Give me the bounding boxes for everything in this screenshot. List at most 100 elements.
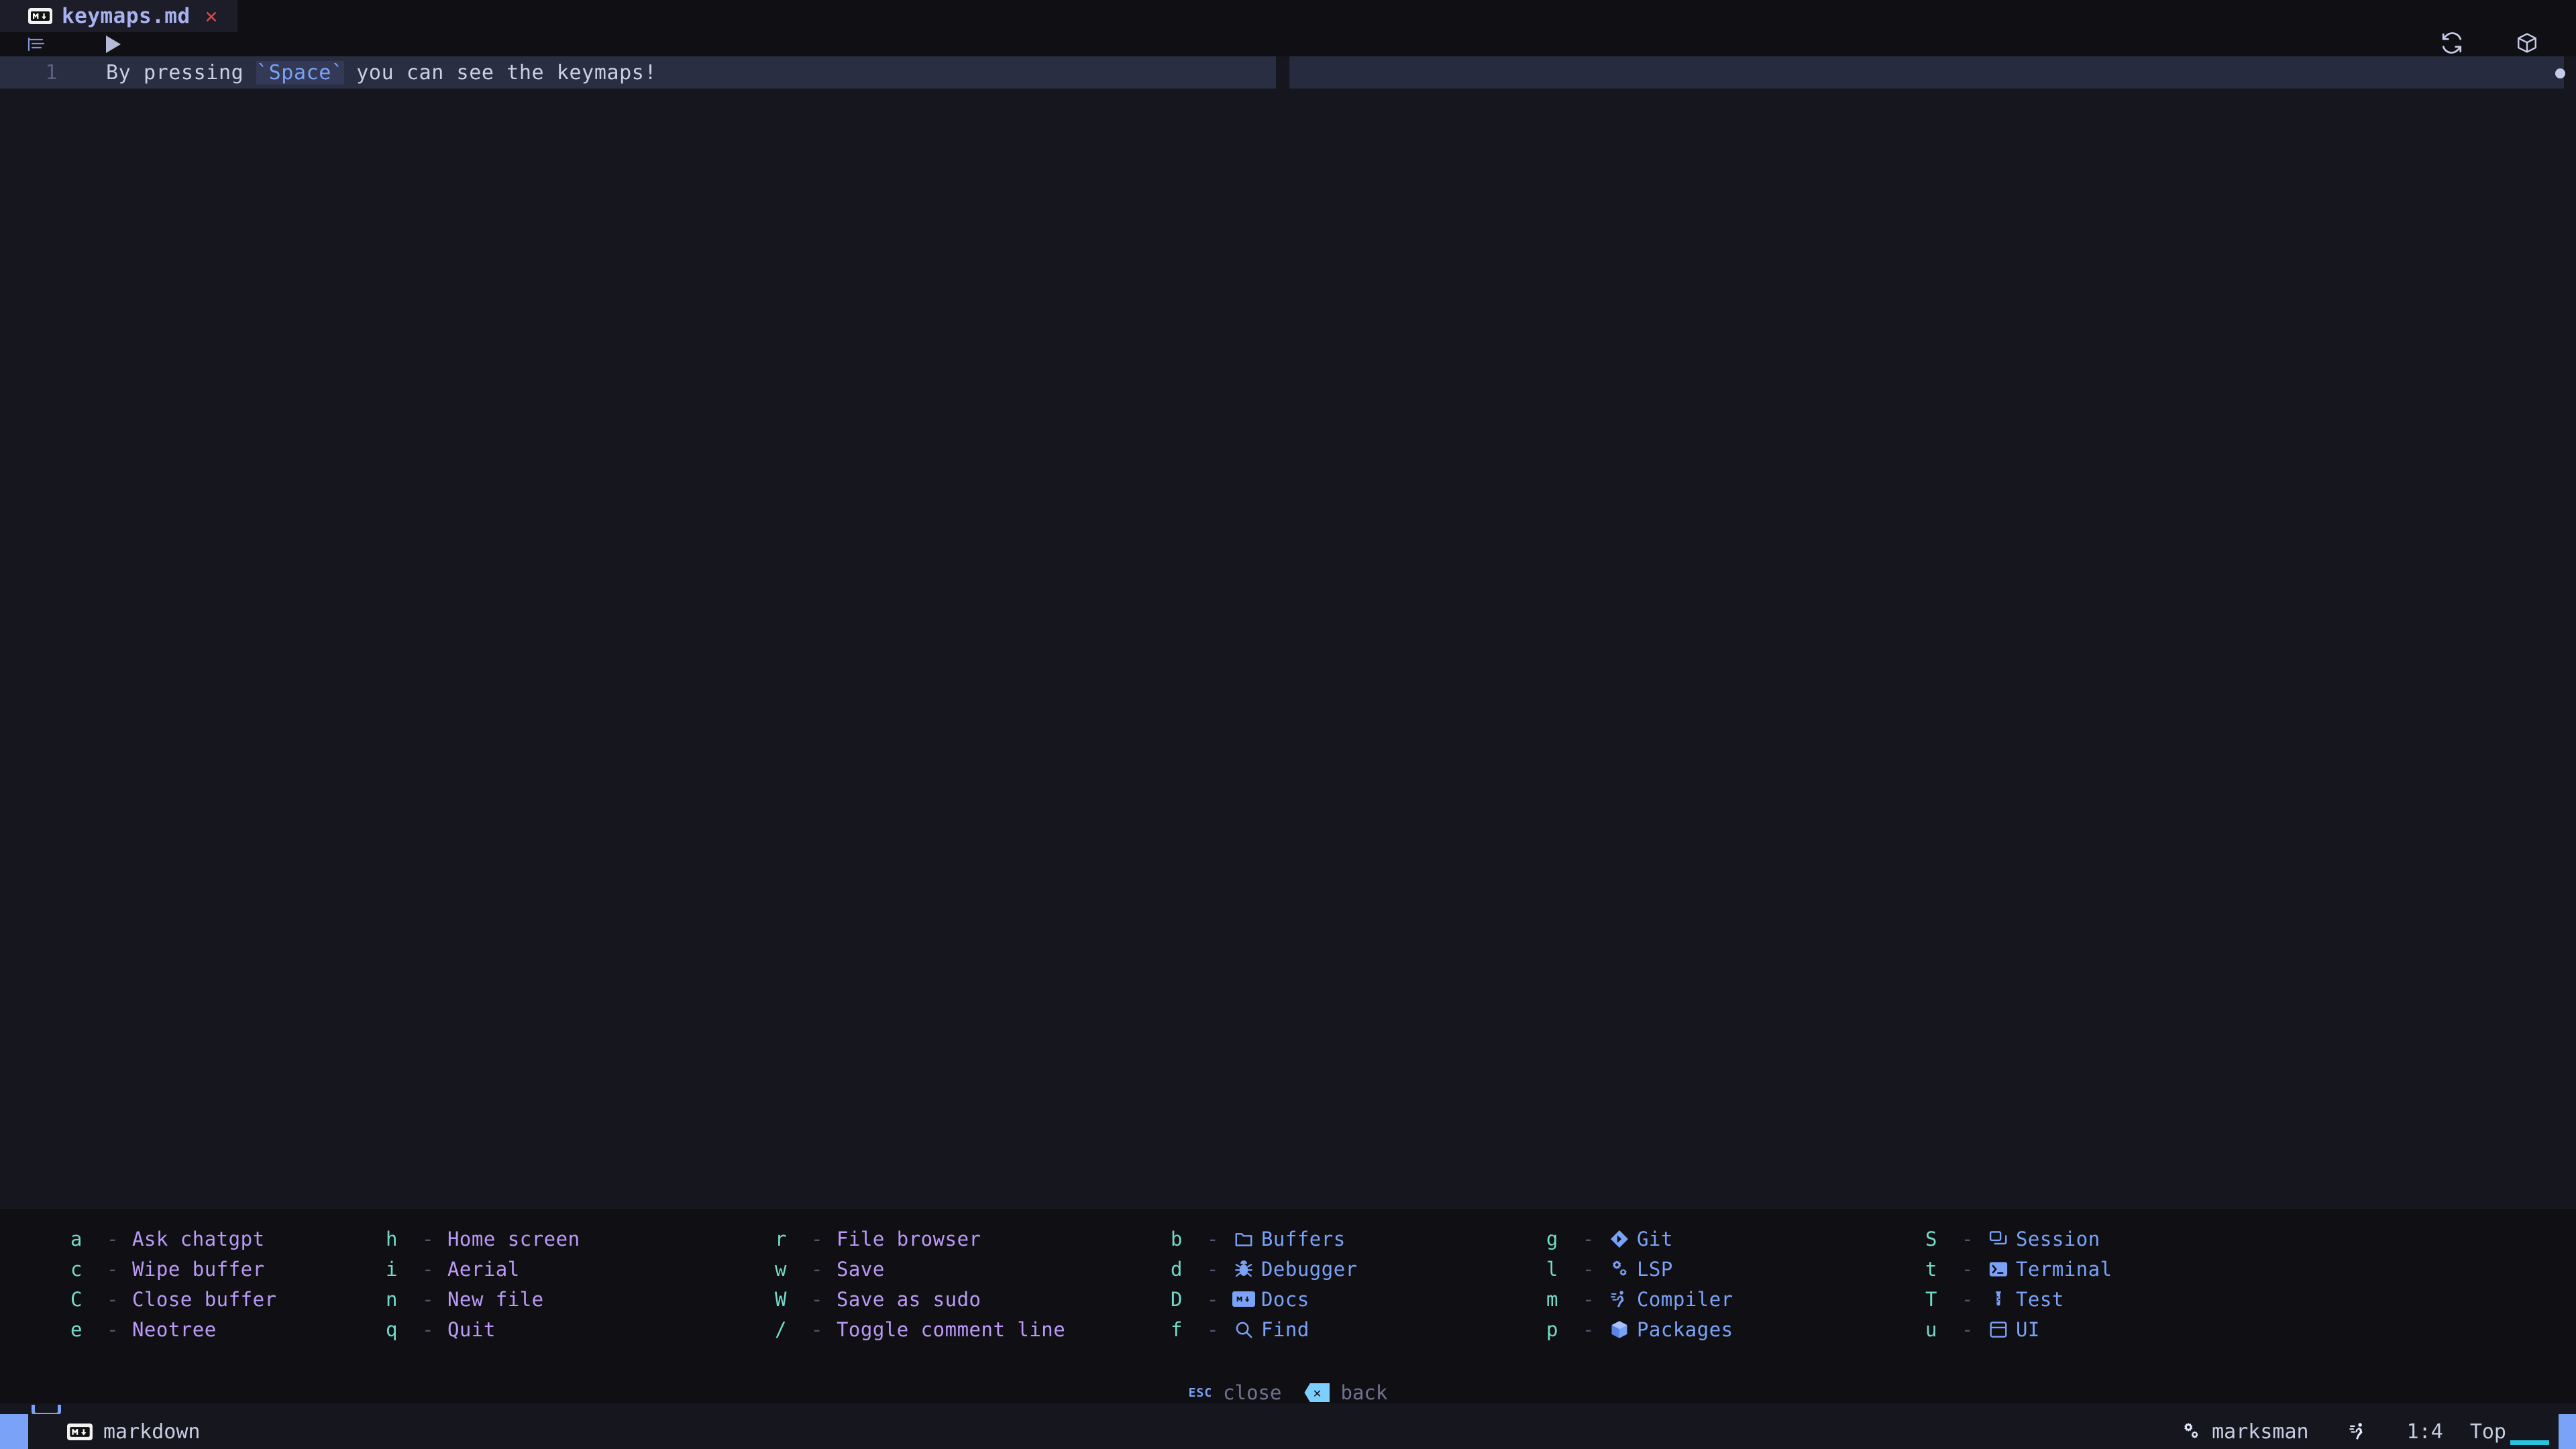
label: Aerial [447,1257,520,1281]
key: g [1546,1227,1558,1250]
tab-bar: keymaps.md ✕ [0,0,2576,32]
dash: - [422,1227,434,1250]
dash: - [422,1257,434,1281]
key: l [1546,1257,1558,1281]
label: New file [447,1287,544,1311]
key: i [386,1257,398,1281]
which-key-item[interactable]: C - Close buffer [70,1284,386,1314]
tab-title: keymaps.md [62,4,191,28]
which-key-item[interactable]: b - Buffers [1171,1224,1546,1254]
key: w [775,1257,787,1281]
dash: - [1962,1287,1974,1311]
which-key-item[interactable]: g - Git [1546,1224,1925,1254]
which-key-item[interactable]: f - Find [1171,1314,1546,1344]
which-key-item[interactable]: l - LSP [1546,1254,1925,1284]
runner-icon[interactable] [2348,1421,2368,1442]
dash: - [107,1318,119,1341]
label: Compiler [1636,1287,1733,1311]
dash: - [811,1287,823,1311]
dash: - [107,1227,119,1250]
which-key-column-5: S - Session t - Terminal T - Test u - UI [1925,1224,2112,1344]
key: r [775,1227,787,1250]
diagnostic-scroll-marker[interactable] [2555,68,2565,78]
which-key-item[interactable]: i - Aerial [386,1254,775,1284]
which-key-panel: a - Ask chatgpt c - Wipe buffer C - Clos… [0,1209,2576,1403]
key: m [1546,1287,1558,1311]
dash: - [1582,1318,1595,1341]
which-key-item[interactable]: c - Wipe buffer [70,1254,386,1284]
which-key-column-3: b - Buffers d - Debugger D - Docs f - Fi… [1171,1224,1546,1344]
status-lsp[interactable]: marksman [2181,1420,2309,1444]
which-key-item[interactable]: p - Packages [1546,1314,1925,1344]
git-diamond-icon [1608,1228,1631,1250]
runner-icon [1608,1288,1631,1311]
editor-line-1[interactable]: 1 By pressing `Space` you can see the ke… [0,56,657,89]
which-key-column-1: h - Home screen i - Aerial n - New file … [386,1224,775,1344]
which-key-item[interactable]: D - Docs [1171,1284,1546,1314]
package-cube-icon[interactable] [2516,32,2538,57]
scroll-position: Top [2469,1419,2506,1444]
dash: - [1582,1287,1595,1311]
hint-back[interactable]: ✕ back [1304,1381,1387,1404]
markdown-badge-icon [67,1423,93,1440]
editor-area[interactable]: 1 By pressing `Space` you can see the ke… [0,56,2576,1209]
key: e [70,1318,83,1341]
label: Packages [1636,1318,1733,1341]
search-icon [1232,1318,1255,1341]
progress-underline [2510,1440,2549,1445]
which-key-item[interactable]: w - Save [775,1254,1171,1284]
which-key-item[interactable]: r - File browser [775,1224,1171,1254]
which-key-item[interactable]: T - Test [1925,1284,2112,1314]
line-text: By pressing `Space` you can see the keym… [106,60,657,85]
which-key-item[interactable]: / - Toggle comment line [775,1314,1171,1344]
label: Git [1636,1227,1673,1250]
dash: - [1582,1227,1595,1250]
dash: - [107,1287,119,1311]
tab-keymaps-md[interactable]: keymaps.md ✕ [0,0,238,32]
which-key-hints: ESC close ✕ back [0,1377,2576,1409]
label: Terminal [2015,1257,2112,1281]
gears-icon [2181,1421,2201,1442]
label: Home screen [447,1227,580,1250]
which-key-item[interactable]: u - UI [1925,1314,2112,1344]
refresh-icon[interactable] [2440,32,2463,57]
label: Find [1260,1318,1309,1341]
key: h [386,1227,398,1250]
which-key-column-0: a - Ask chatgpt c - Wipe buffer C - Clos… [0,1224,386,1344]
label: Save as sudo [836,1287,981,1311]
line-text-suffix: you can see the keymaps! [343,60,657,85]
status-line: markdown marksman 1:4 Top [0,1414,2576,1449]
tab-close-button[interactable]: ✕ [205,5,218,27]
key: T [1925,1287,1937,1311]
which-key-item[interactable]: m - Compiler [1546,1284,1925,1314]
which-key-item[interactable]: S - Session [1925,1224,2112,1254]
which-key-item[interactable]: q - Quit [386,1314,775,1344]
key: p [1546,1318,1558,1341]
key: t [1925,1257,1937,1281]
mode-block-right [2559,1414,2576,1449]
markdown-badge-icon [28,8,52,24]
which-key-item[interactable]: n - New file [386,1284,775,1314]
hint-close[interactable]: ESC close [1189,1381,1282,1404]
which-key-item[interactable]: d - Debugger [1171,1254,1546,1284]
label: Save [836,1257,885,1281]
backspace-key-icon: ✕ [1304,1383,1330,1402]
key: b [1171,1227,1183,1250]
dash: - [1962,1318,1974,1341]
label: Close buffer [131,1287,277,1311]
which-key-item[interactable]: W - Save as sudo [775,1284,1171,1314]
which-key-item[interactable]: h - Home screen [386,1224,775,1254]
bug-icon [1232,1258,1255,1281]
esc-key-label: ESC [1188,1385,1213,1400]
gears-icon [1608,1258,1631,1281]
which-key-item[interactable]: e - Neotree [70,1314,386,1344]
filetype-label: markdown [103,1419,201,1444]
dash: - [1207,1257,1219,1281]
label: Toggle comment line [836,1318,1066,1341]
label: Session [2015,1227,2100,1250]
key: W [775,1287,787,1311]
status-filetype[interactable]: markdown [67,1420,201,1444]
which-key-item[interactable]: a - Ask chatgpt [70,1224,386,1254]
which-key-item[interactable]: t - Terminal [1925,1254,2112,1284]
outline-icon[interactable] [0,35,72,54]
